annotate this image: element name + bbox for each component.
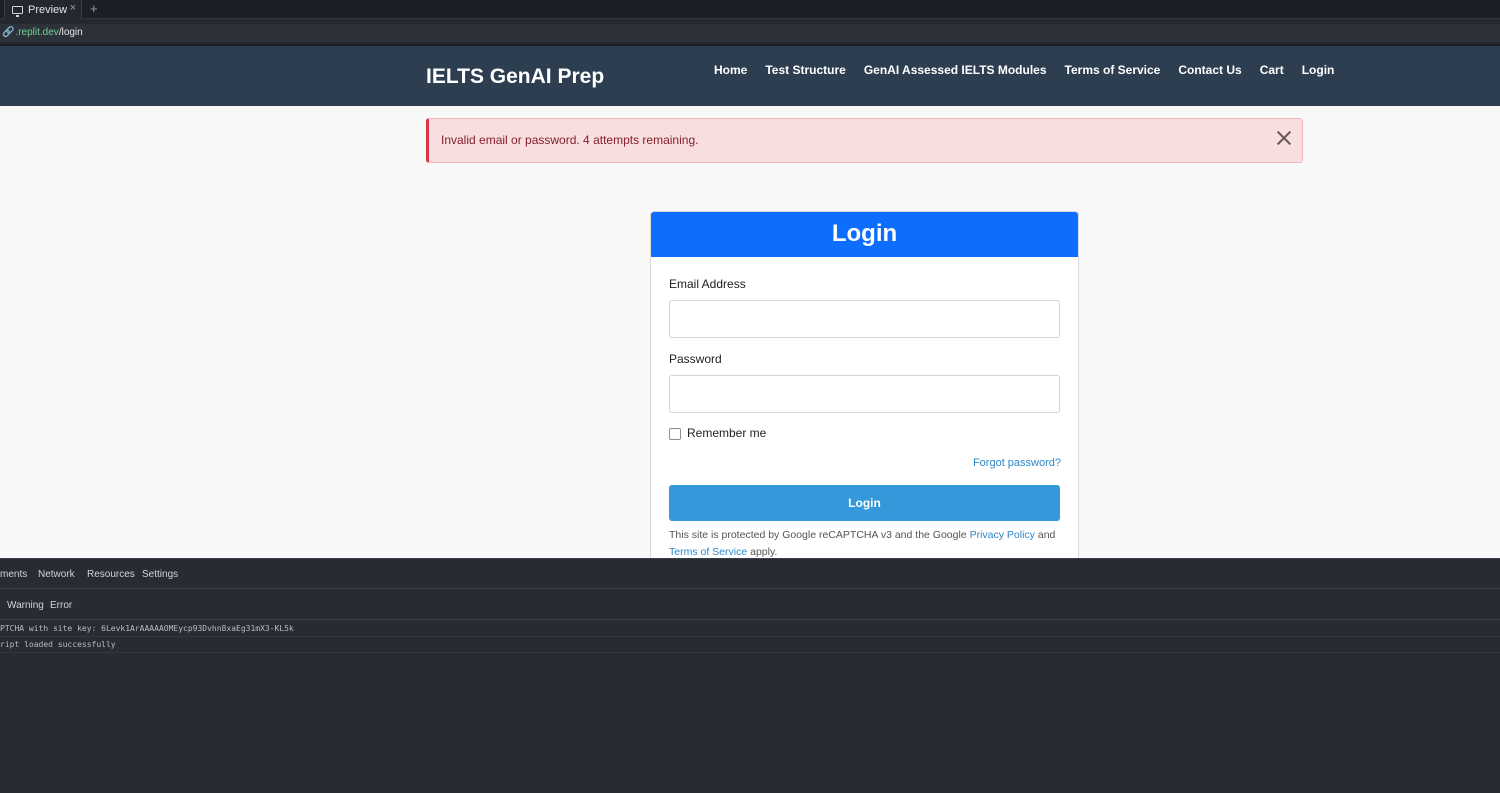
devtools-tabs: ments Network Resources Settings	[0, 559, 1500, 589]
remember-label[interactable]: Remember me	[687, 426, 766, 440]
url-path: /login	[58, 27, 83, 38]
error-alert: Invalid email or password. 4 attempts re…	[426, 118, 1303, 163]
tab-label: Preview	[28, 3, 68, 16]
devtools-tab-resources[interactable]: Resources	[87, 569, 135, 580]
recaptcha-text: This site is protected by Google reCAPTC…	[669, 529, 967, 541]
nav-contact[interactable]: Contact Us	[1178, 63, 1241, 77]
privacy-policy-link[interactable]: Privacy Policy	[970, 529, 1035, 541]
devtools-tab-settings[interactable]: Settings	[142, 569, 178, 580]
nav-genai-modules[interactable]: GenAI Assessed IELTS Modules	[864, 63, 1047, 77]
console-log-line: PTCHA with site key: 6Levk1ArAAAAAOMEycp…	[0, 621, 1500, 637]
terms-link[interactable]: Terms of Service	[669, 546, 747, 558]
close-tab-icon[interactable]: ×	[70, 2, 76, 14]
devtools-tab-elements[interactable]: ments	[0, 569, 27, 580]
login-button[interactable]: Login	[669, 485, 1060, 521]
new-tab-button[interactable]: +	[90, 0, 98, 17]
site-brand[interactable]: IELTS GenAI Prep	[426, 65, 604, 89]
password-field[interactable]	[669, 375, 1060, 413]
login-card: Login Email Address Password Remember me…	[650, 211, 1079, 558]
preview-tab[interactable]: Preview ×	[4, 0, 82, 19]
site-navbar: IELTS GenAI Prep Home Test Structure Gen…	[0, 46, 1500, 106]
password-label: Password	[669, 352, 722, 366]
email-field[interactable]	[669, 300, 1060, 338]
recaptcha-and: and	[1037, 529, 1056, 541]
nav-cart[interactable]: Cart	[1260, 63, 1284, 77]
nav-login[interactable]: Login	[1302, 63, 1335, 77]
login-title: Login	[651, 212, 1078, 257]
recaptcha-notice: This site is protected by Google reCAPTC…	[669, 527, 1064, 558]
filter-error[interactable]: Error	[50, 600, 72, 611]
nav-home[interactable]: Home	[714, 63, 747, 77]
site-nav: Home Test Structure GenAI Assessed IELTS…	[714, 63, 1334, 77]
url-field[interactable]: 🔗.replit.dev/login	[0, 24, 1500, 42]
link-icon: 🔗	[2, 27, 15, 38]
monitor-icon	[12, 5, 23, 17]
devtools-panel: ments Network Resources Settings Warning…	[0, 558, 1500, 793]
alert-message: Invalid email or password. 4 attempts re…	[441, 133, 699, 147]
console-log-line: ript loaded successfully	[0, 637, 1500, 653]
devtools-filters: Warning Error	[0, 590, 1500, 620]
remember-checkbox[interactable]	[669, 428, 681, 440]
url-bar: 🔗.replit.dev/login	[0, 20, 1500, 46]
devtools-tab-network[interactable]: Network	[38, 569, 75, 580]
close-icon[interactable]	[1276, 130, 1292, 146]
page-viewport: IELTS GenAI Prep Home Test Structure Gen…	[0, 46, 1500, 558]
forgot-password-link[interactable]: Forgot password?	[973, 457, 1061, 469]
recaptcha-apply: apply.	[750, 546, 778, 558]
nav-terms[interactable]: Terms of Service	[1065, 63, 1161, 77]
email-label: Email Address	[669, 277, 746, 291]
nav-test-structure[interactable]: Test Structure	[765, 63, 845, 77]
browser-tab-bar: Preview × +	[0, 0, 1500, 19]
filter-warning[interactable]: Warning	[7, 600, 44, 611]
url-domain: .replit.dev	[15, 27, 59, 38]
